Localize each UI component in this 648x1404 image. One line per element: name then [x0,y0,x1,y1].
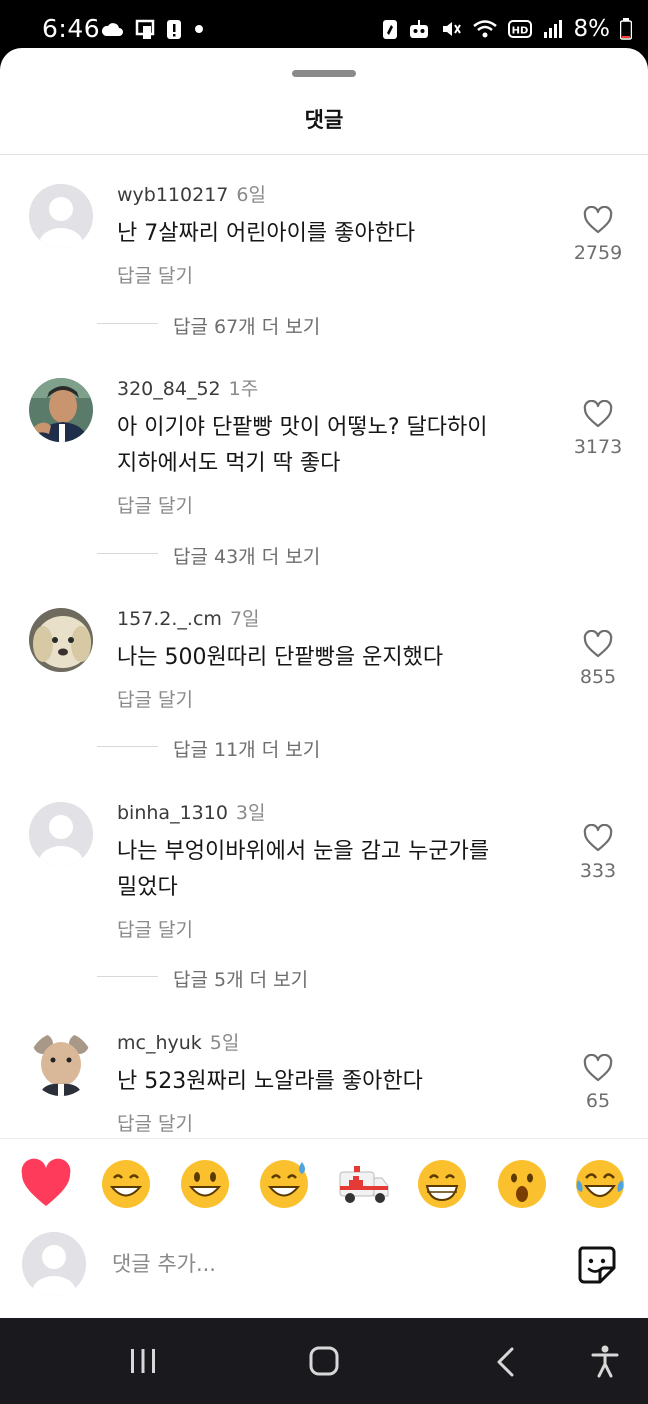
emoji-bar [0,1138,648,1218]
joy-emoji-icon[interactable] [572,1156,628,1212]
back-icon[interactable] [494,1346,518,1378]
avatar[interactable] [29,378,93,442]
beaming-emoji-icon[interactable] [414,1156,470,1212]
sheet-title: 댓글 [304,108,344,132]
default-avatar-icon [29,802,93,866]
comment-text: 난 523원짜리 노알라를 좋아한다 [117,1064,537,1100]
status-time: 6:46 [42,14,101,43]
comment-time: 5일 [209,1032,240,1054]
reply-button[interactable]: 답글 달기 [117,1109,193,1136]
comment-text: 나는 부엉이바위에서 눈을 감고 누군가를 밀었다 [117,834,537,906]
system-nav-bar [0,1318,648,1404]
ambulance-emoji-icon[interactable] [336,1156,392,1212]
status-right-icons: HD 8% [382,16,632,42]
comment-time: 3일 [235,802,266,824]
heart-emoji-icon[interactable] [18,1156,74,1212]
heart-outline-icon [583,823,613,852]
cast-icon [135,19,155,39]
like-count: 333 [579,860,617,882]
avatar[interactable] [29,608,93,672]
like-button[interactable]: 65 [568,1053,628,1112]
comment-text: 난 7살짜리 어린아이를 좋아한다 [117,216,537,252]
smiley-emoji-icon[interactable] [177,1156,233,1212]
comment-username[interactable]: wyb110217 [117,184,228,206]
comment-text: 나는 500원따리 단팥빵을 운지했다 [117,640,537,676]
wifi-icon [472,20,497,38]
drag-handle[interactable] [292,70,356,77]
comment-username[interactable]: mc_hyuk [117,1032,202,1054]
alert-icon [167,20,181,39]
more-replies-line [97,976,158,977]
battery-icon [620,18,632,40]
like-button[interactable]: 3173 [568,399,628,458]
default-avatar-icon [22,1232,86,1296]
more-replies-button[interactable]: 답글 5개 더 보기 [173,965,308,992]
mute-icon [442,22,461,36]
heart-outline-icon [583,399,613,428]
sweat-smile-emoji-icon[interactable] [256,1156,312,1212]
reply-button[interactable]: 답글 달기 [117,685,193,712]
more-replies-button[interactable]: 답글 43개 더 보기 [173,542,320,569]
hd-icon: HD [507,20,532,38]
like-button[interactable]: 855 [568,629,628,688]
comment-line: 아 이기야 단팥빵 맛이 어떻노? 달다하이 [117,415,488,440]
heart-outline-icon [583,629,613,658]
comment-time: 1주 [228,378,259,400]
my-avatar [22,1232,86,1296]
heart-outline-icon [583,1053,613,1082]
comment-line: 난 523원짜리 노알라를 좋아한다 [117,1069,423,1094]
status-left-icons [100,18,206,40]
more-replies-line [97,323,158,324]
home-icon[interactable] [308,1346,340,1376]
comment-text: 아 이기야 단팥빵 맛이 어떻노? 달다하이 지하에서도 먹기 딱 좋다 [117,410,537,482]
more-replies-button[interactable]: 답글 11개 더 보기 [173,735,320,762]
sticker-icon[interactable] [574,1242,618,1286]
comment-line: 나는 부엉이바위에서 눈을 감고 누군가를 [117,839,490,864]
reply-button[interactable]: 답글 달기 [117,261,193,288]
like-count: 2759 [573,242,623,264]
comment-input[interactable]: 댓글 추가... [112,1248,216,1278]
header-divider [0,154,648,155]
comment-username[interactable]: 157.2._.cm [117,608,222,630]
like-button[interactable]: 333 [568,823,628,882]
heart-outline-icon [583,205,613,234]
like-count: 3173 [573,436,623,458]
more-replies-line [97,553,158,554]
more-replies-line [97,746,158,747]
comments-sheet: 댓글 wyb110217 6일 난 7살짜리 어린아이를 좋아한다 답글 달기 2… [0,48,648,1318]
bot-icon [409,20,428,38]
default-avatar-icon [29,184,93,248]
signal-icon [543,20,562,38]
like-count: 855 [579,666,617,688]
like-button[interactable]: 2759 [568,205,628,264]
comment-time: 7일 [229,608,260,630]
like-count: 65 [585,1090,611,1112]
avatar[interactable] [29,184,93,248]
battery-percent: 8% [573,16,611,42]
comment-line: 밀었다 [117,875,178,900]
comment-line: 난 7살짜리 어린아이를 좋아한다 [117,221,416,246]
recents-icon[interactable] [128,1346,158,1376]
comment-username[interactable]: binha_1310 [117,802,228,824]
comment-line: 지하에서도 먹기 딱 좋다 [117,451,341,476]
nfc-icon [382,20,397,39]
surprised-emoji-icon[interactable] [494,1156,550,1212]
more-replies-button[interactable]: 답글 67개 더 보기 [173,312,320,339]
comment-username[interactable]: 320_84_52 [117,378,221,400]
cloud-icon [101,23,123,36]
grin-emoji-icon[interactable] [98,1156,154,1212]
photo-avatar-dog [29,608,93,672]
comment-line: 나는 500원따리 단팥빵을 운지했다 [117,645,444,670]
comment-input-row: 댓글 추가... [0,1220,648,1310]
comment-time: 6일 [236,184,266,206]
dot-icon [195,25,203,33]
accessibility-icon[interactable] [590,1344,620,1378]
avatar[interactable] [29,802,93,866]
reply-button[interactable]: 답글 달기 [117,491,193,518]
photo-avatar-man [29,378,93,442]
photo-avatar-koala [29,1032,93,1096]
reply-button[interactable]: 답글 달기 [117,915,193,942]
avatar[interactable] [29,1032,93,1096]
svg-text:HD: HD [511,26,528,37]
